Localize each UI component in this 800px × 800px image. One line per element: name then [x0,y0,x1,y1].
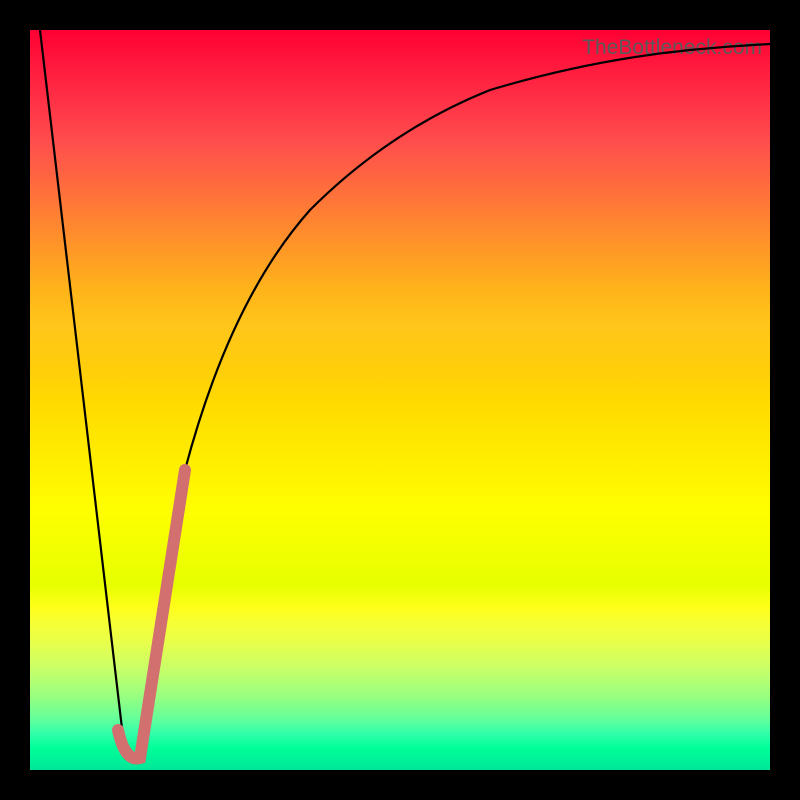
bottleneck-curve-line [40,30,770,757]
plot-area: TheBottleneck.com [30,30,770,770]
chart-container: TheBottleneck.com [0,0,800,800]
watermark-text: TheBottleneck.com [582,36,762,60]
chart-svg [30,30,770,770]
allowed-range-overlay [118,470,185,758]
